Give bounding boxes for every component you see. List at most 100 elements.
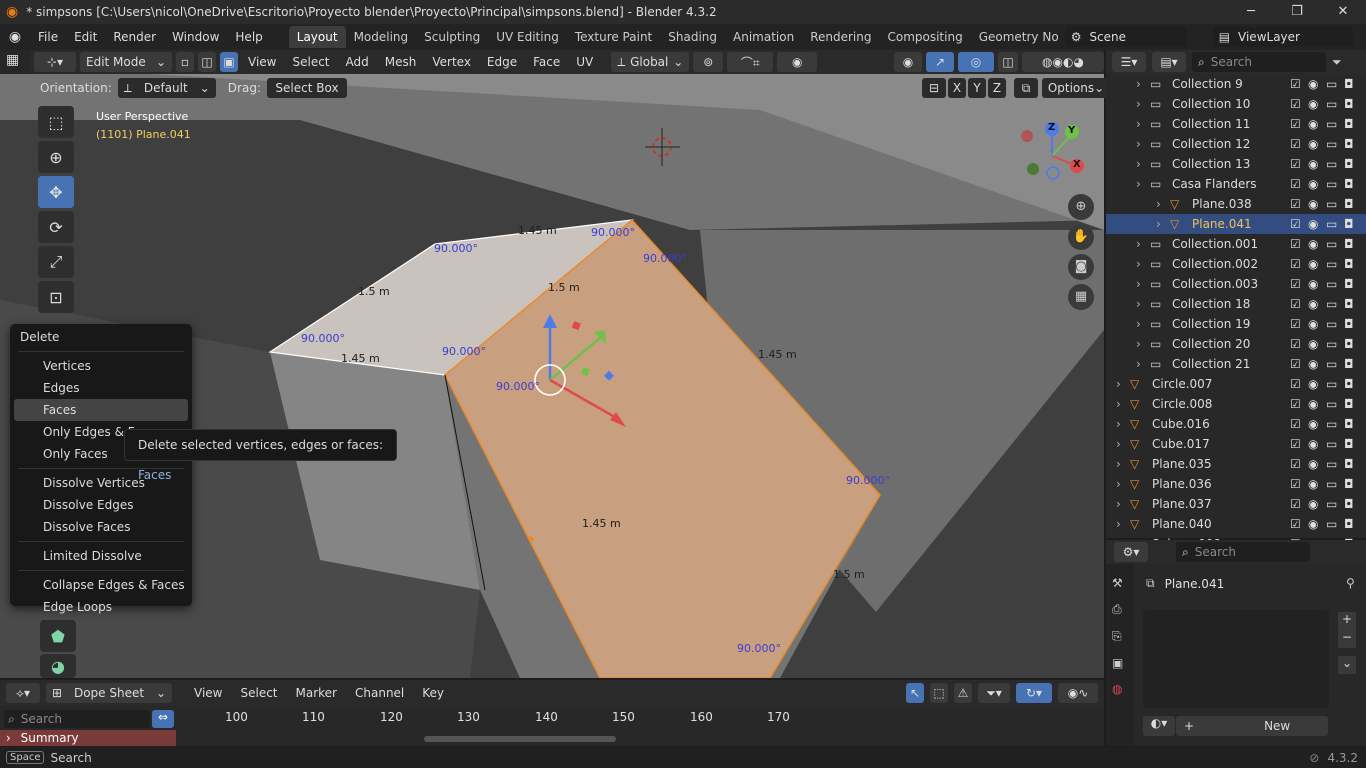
rotate-tool-icon[interactable]: ⟳ <box>38 211 74 243</box>
checkbox-icon[interactable]: ☑ <box>1290 397 1308 411</box>
outliner-row[interactable]: › ▭ Collection 12 ☑ ◉ ▭ ◘ <box>1106 134 1366 154</box>
checkbox-icon[interactable]: ☑ <box>1290 257 1308 271</box>
checkbox-icon[interactable]: ☑ <box>1290 497 1308 511</box>
monitor-icon[interactable]: ▭ <box>1326 397 1344 411</box>
camera-icon[interactable]: ◘ <box>1344 477 1362 491</box>
outliner-row[interactable]: › ▭ Collection 10 ☑ ◉ ▭ ◘ <box>1106 94 1366 114</box>
auto-merge-icon[interactable]: ⧉ <box>1014 78 1038 98</box>
show-hidden-icon[interactable]: ⬚ <box>930 683 948 703</box>
shading-modes-icon[interactable]: ◍◉◐◕ <box>1022 52 1104 72</box>
swap-icon[interactable]: ⇔ <box>152 710 174 728</box>
select-box-tool-icon[interactable]: ⬚ <box>38 106 74 138</box>
monitor-icon[interactable]: ▭ <box>1326 77 1344 91</box>
menu-edit[interactable]: Edit <box>66 24 105 50</box>
camera-icon[interactable]: ◘ <box>1344 77 1362 91</box>
tab-texture-paint[interactable]: Texture Paint <box>567 26 660 48</box>
outliner-row[interactable]: › ▭ Casa Flanders ☑ ◉ ▭ ◘ <box>1106 174 1366 194</box>
zoom-icon[interactable]: ⊕ <box>1068 194 1094 220</box>
viewlayer-selector[interactable]: ▤ ViewLayer <box>1212 27 1353 47</box>
monitor-icon[interactable]: ▭ <box>1326 417 1344 431</box>
menu-view[interactable]: View <box>242 55 282 69</box>
dope-editor-icon[interactable]: ⟡▾ <box>6 683 40 703</box>
transform-orientation-selector[interactable]: ⟂ Global ⌄ <box>611 52 690 72</box>
mirror-z-toggle[interactable]: Z <box>988 78 1006 98</box>
camera-icon[interactable]: ◘ <box>1344 357 1362 371</box>
output-tab-icon[interactable]: ⎘ <box>1112 629 1128 644</box>
monitor-icon[interactable]: ▭ <box>1326 117 1344 131</box>
summary-channel[interactable]: › Summary <box>0 730 176 746</box>
blender-menu-icon[interactable]: ◉ <box>0 29 30 45</box>
overlay-toggle-icon[interactable]: ◎ <box>958 52 994 72</box>
expand-arrow-icon[interactable]: › <box>1116 417 1130 431</box>
editor-type-button[interactable]: ⊹▾ <box>34 52 76 72</box>
new-material-button[interactable]: + New <box>1176 716 1328 736</box>
checkbox-icon[interactable]: ☑ <box>1290 137 1308 151</box>
monitor-icon[interactable]: ▭ <box>1326 337 1344 351</box>
eye-icon[interactable]: ◉ <box>1308 457 1326 471</box>
checkbox-icon[interactable]: ☑ <box>1290 237 1308 251</box>
pin-icon[interactable]: ⚲ <box>1346 576 1355 590</box>
mirror-icon[interactable]: ⊟ <box>922 78 946 98</box>
outliner-row[interactable]: › ▭ Collection 20 ☑ ◉ ▭ ◘ <box>1106 334 1366 354</box>
face-select-icon[interactable]: ▣ <box>220 52 238 72</box>
expand-arrow-icon[interactable]: › <box>1136 337 1150 351</box>
checkbox-icon[interactable]: ☑ <box>1290 377 1308 391</box>
menu-render[interactable]: Render <box>105 24 164 50</box>
expand-arrow-icon[interactable]: › <box>1116 517 1130 531</box>
ortho-grid-icon[interactable]: ▦ <box>1068 284 1094 310</box>
menu-select[interactable]: Select <box>286 55 335 69</box>
camera-icon[interactable]: ◘ <box>1344 437 1362 451</box>
expand-arrow-icon[interactable]: › <box>1136 237 1150 251</box>
checkbox-icon[interactable]: ☑ <box>1290 317 1308 331</box>
outliner-row[interactable]: › ▽ Plane.035 ☑ ◉ ▭ ◘ <box>1106 454 1366 474</box>
monitor-icon[interactable]: ▭ <box>1326 437 1344 451</box>
frame-ruler[interactable] <box>176 710 826 728</box>
snap-icon[interactable]: ⌒⌗ <box>727 52 774 72</box>
outliner-row[interactable]: › ▭ Collection 13 ☑ ◉ ▭ ◘ <box>1106 154 1366 174</box>
proportional-edit-icon[interactable]: ◉ <box>777 52 818 72</box>
checkbox-icon[interactable]: ☑ <box>1290 117 1308 131</box>
expand-arrow-icon[interactable]: › <box>1156 217 1170 231</box>
snapping-icon[interactable]: ↻▾ <box>1016 683 1052 703</box>
monitor-icon[interactable]: ▭ <box>1326 217 1344 231</box>
camera-view-icon[interactable]: ◙ <box>1068 254 1094 280</box>
menu-add[interactable]: Add <box>340 55 375 69</box>
xray-icon[interactable]: ◫ <box>998 52 1018 72</box>
menu-item-collapse-edges-faces[interactable]: Collapse Edges & Faces <box>10 574 192 596</box>
monitor-icon[interactable]: ▭ <box>1326 497 1344 511</box>
dope-filter-icon[interactable]: ⏷▾ <box>978 683 1010 703</box>
properties-editor-icon[interactable]: ⚙▾ <box>1114 542 1148 562</box>
eye-icon[interactable]: ◉ <box>1308 117 1326 131</box>
outliner-editor-icon[interactable]: ☰▾ <box>1112 52 1146 72</box>
navigation-gizmo[interactable]: Z Y X <box>1020 120 1090 190</box>
camera-icon[interactable]: ◘ <box>1344 377 1362 391</box>
monitor-icon[interactable]: ▭ <box>1326 257 1344 271</box>
camera-icon[interactable]: ◘ <box>1344 157 1362 171</box>
outliner-row[interactable]: › ▽ Circle.007 ☑ ◉ ▭ ◘ <box>1106 374 1366 394</box>
remove-slot-button[interactable]: − <box>1338 630 1356 648</box>
eye-icon[interactable]: ◉ <box>1308 497 1326 511</box>
eye-icon[interactable]: ◉ <box>1308 417 1326 431</box>
tab-geometry-nodes[interactable]: Geometry Node <box>971 26 1059 48</box>
camera-icon[interactable]: ◘ <box>1344 257 1362 271</box>
checkbox-icon[interactable]: ☑ <box>1290 217 1308 231</box>
outliner-row[interactable]: › ▭ Collection.002 ☑ ◉ ▭ ◘ <box>1106 254 1366 274</box>
slot-specials-button[interactable]: ⌄ <box>1338 656 1356 674</box>
camera-icon[interactable]: ◘ <box>1344 497 1362 511</box>
only-errors-icon[interactable]: ⚠ <box>954 683 972 703</box>
camera-icon[interactable]: ◘ <box>1344 297 1362 311</box>
outliner-row[interactable]: › ▭ Collection 18 ☑ ◉ ▭ ◘ <box>1106 294 1366 314</box>
spin-tool-icon[interactable]: ◕ <box>40 654 76 678</box>
outliner-row[interactable]: › ▽ Cube.016 ☑ ◉ ▭ ◘ <box>1106 414 1366 434</box>
camera-icon[interactable]: ◘ <box>1344 337 1362 351</box>
edge-select-icon[interactable]: ◫ <box>198 52 216 72</box>
expand-arrow-icon[interactable]: › <box>1136 297 1150 311</box>
tab-shading[interactable]: Shading <box>660 26 725 48</box>
checkbox-icon[interactable]: ☑ <box>1290 97 1308 111</box>
monitor-icon[interactable]: ▭ <box>1326 357 1344 371</box>
checkbox-icon[interactable]: ☑ <box>1290 277 1308 291</box>
extrude-tool-icon[interactable]: ⬟ <box>40 620 76 652</box>
display-mode-icon[interactable]: ▤▾ <box>1152 52 1186 72</box>
checkbox-icon[interactable]: ☑ <box>1290 197 1308 211</box>
checkbox-icon[interactable]: ☑ <box>1290 177 1308 191</box>
